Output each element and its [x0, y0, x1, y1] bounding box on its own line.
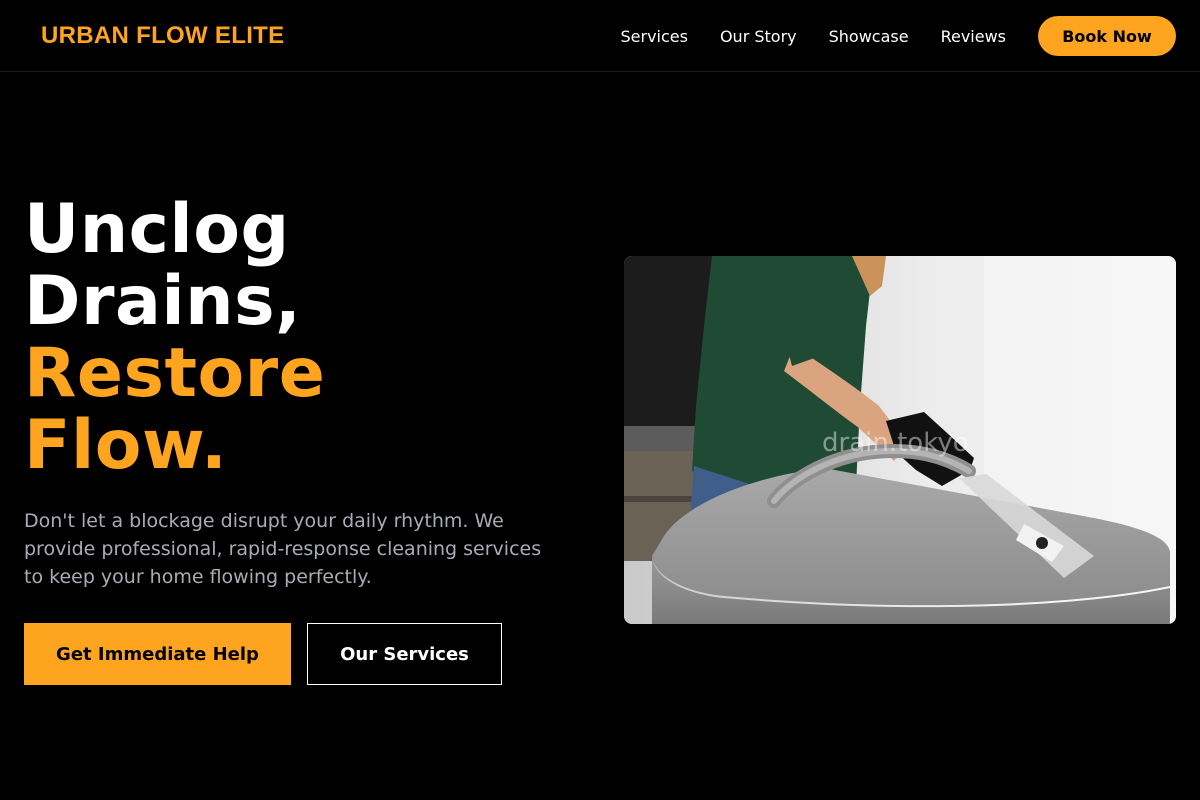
nav-link-showcase[interactable]: Showcase [829, 27, 909, 46]
book-now-button[interactable]: Book Now [1038, 16, 1176, 56]
nav-link-our-story[interactable]: Our Story [720, 27, 797, 46]
hero-image: drain.tokyo [624, 256, 1176, 624]
top-navbar: URBAN FLOW ELITE Services Our Story Show… [0, 0, 1200, 72]
hero-title-accent-line-2: Flow. [24, 406, 228, 485]
our-services-button[interactable]: Our Services [307, 623, 502, 685]
hero-title-accent-line-1: Restore [24, 334, 326, 413]
hero-title: Unclog Drains, Restore Flow. [24, 194, 584, 482]
nav-link-services[interactable]: Services [620, 27, 687, 46]
hero-title-line-2: Drains, [24, 262, 302, 341]
hero-subtitle: Don't let a blockage disrupt your daily … [24, 510, 542, 588]
brand-logo[interactable]: URBAN FLOW ELITE [41, 22, 284, 50]
get-immediate-help-button[interactable]: Get Immediate Help [24, 623, 291, 685]
main-navigation: Services Our Story Showcase Reviews Book… [620, 16, 1176, 56]
nav-link-reviews[interactable]: Reviews [941, 27, 1006, 46]
hero-title-line-1: Unclog [24, 190, 290, 269]
image-watermark: drain.tokyo [822, 428, 969, 458]
